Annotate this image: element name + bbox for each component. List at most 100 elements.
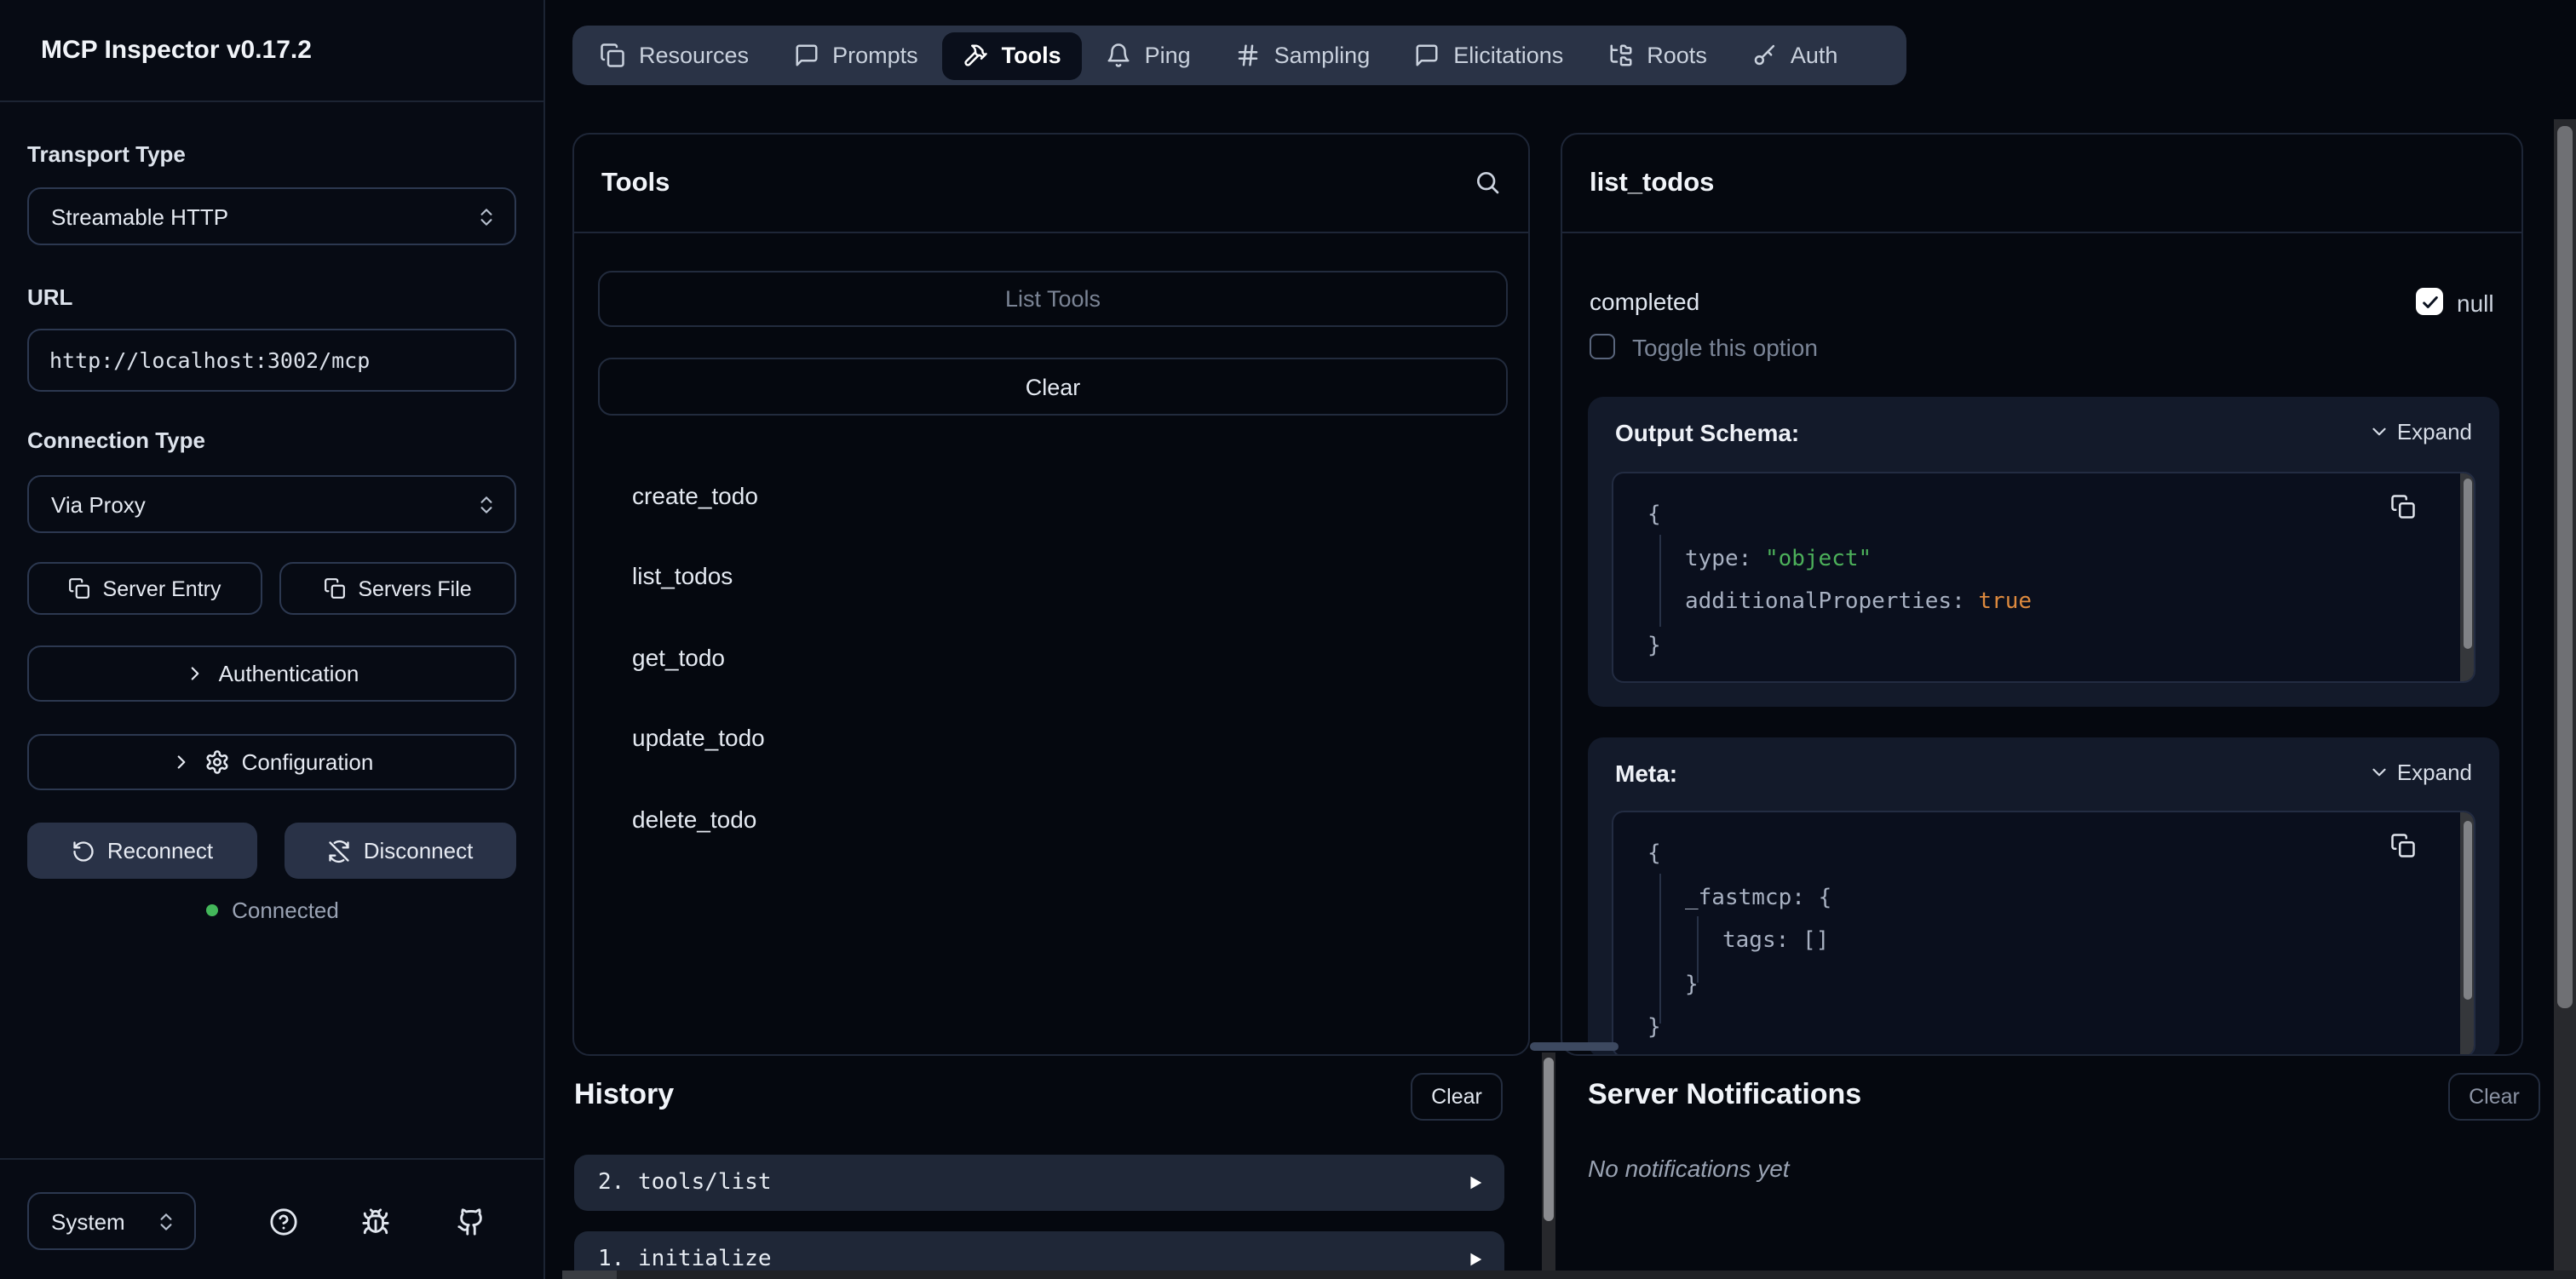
tools-panel: Tools List Tools Clear create_todolist_t… [572,133,1530,1056]
status-dot [206,904,218,916]
code-line: _fastmcp: { [1613,876,2457,920]
tools-panel-title: Tools [601,135,670,232]
copy-icon[interactable] [2390,833,2416,858]
authentication-expander[interactable]: Authentication [27,645,516,702]
reconnect-button[interactable]: Reconnect [27,823,257,879]
history-clear-button[interactable]: Clear [1411,1073,1503,1121]
app-title: MCP Inspector v0.17.2 [41,0,312,102]
tools-panel-header: Tools [574,135,1528,233]
page-scrollbar-thumb[interactable] [2557,126,2573,1008]
tab-elicitations[interactable]: Elicitations [1394,32,1584,79]
code-line: } [1613,963,2457,1007]
tool-item-list_todos[interactable]: list_todos [632,536,1494,617]
tab-label: Sampling [1274,43,1371,68]
code-line: } [1613,1007,2457,1050]
transport-type-select[interactable]: Streamable HTTP [27,187,516,245]
output-schema-expand-button[interactable]: Expand [2368,419,2472,444]
list-tools-button[interactable]: List Tools [598,271,1508,327]
tab-sampling[interactable]: Sampling [1215,32,1391,79]
tool-item-get_todo[interactable]: get_todo [632,617,1494,697]
code-line: { [1613,833,2457,876]
server-entry-button[interactable]: Server Entry [27,562,262,615]
github-icon[interactable] [457,1207,486,1236]
history-row[interactable]: 2. tools/list [574,1155,1504,1211]
meta-expand-button[interactable]: Expand [2368,760,2472,785]
tool-item-update_todo[interactable]: update_todo [632,697,1494,778]
copy-icon[interactable] [2390,494,2416,519]
sidebar-header: MCP Inspector v0.17.2 [0,0,545,102]
code-line: { [1613,494,2457,537]
clear-tools-label: Clear [1026,374,1081,399]
servers-file-label: Servers File [358,576,471,600]
tool-item-delete_todo[interactable]: delete_todo [632,778,1494,859]
tab-auth[interactable]: Auth [1731,32,1859,79]
code-scrollbar-thumb[interactable] [2463,479,2471,649]
connection-type-value: Via Proxy [51,491,475,517]
toggle-option-checkbox[interactable] [1590,334,1615,359]
connection-type-select[interactable]: Via Proxy [27,475,516,533]
tool-item-create_todo[interactable]: create_todo [632,455,1494,536]
history-title: History [574,1078,674,1112]
configuration-label: Configuration [242,749,374,775]
notifications-empty-text: No notifications yet [1588,1155,1790,1182]
expand-label: Expand [2397,419,2472,444]
tab-ping[interactable]: Ping [1085,32,1211,79]
hash-icon [1235,43,1261,68]
tab-prompts[interactable]: Prompts [773,32,939,79]
servers-file-button[interactable]: Servers File [279,562,516,615]
disconnect-button[interactable]: Disconnect [285,823,516,879]
code-lines: {_fastmcp: {tags: []}} [1613,833,2457,1050]
clear-tools-button[interactable]: Clear [598,358,1508,416]
history-clear-label: Clear [1431,1085,1482,1109]
tool-detail-header: list_todos [1562,135,2521,233]
rotate-ccw-icon [72,839,95,863]
tool-list: create_todolist_todosget_todoupdate_todo… [632,455,1494,859]
play-icon [1465,1250,1484,1269]
code-lines: {type: "object"additionalProperties: tru… [1613,494,2457,668]
connection-status: Connected [0,898,545,923]
code-scrollbar-thumb[interactable] [2463,821,2471,1000]
tool-detail-title: list_todos [1590,135,1714,232]
meta-code: {_fastmcp: {tags: []}} [1612,811,2475,1056]
horizontal-scrollbar-thumb[interactable] [562,1270,617,1279]
url-input[interactable] [27,329,516,392]
theme-select[interactable]: System [27,1192,196,1250]
bug-icon[interactable] [361,1207,390,1236]
transport-type-label: Transport Type [27,141,186,167]
app-window: MCP Inspector v0.17.2 Transport Type Str… [0,0,2576,1279]
notifications-clear-button[interactable]: Clear [2448,1073,2540,1121]
tab-label: Roots [1647,43,1707,68]
code-line: additionalProperties: true [1613,581,2457,624]
configuration-expander[interactable]: Configuration [27,734,516,790]
tab-label: Prompts [832,43,918,68]
chevron-right-icon [185,662,207,685]
connection-type-label: Connection Type [27,427,205,453]
meta-title: Meta: [1615,760,1677,787]
help-icon[interactable] [269,1207,298,1236]
theme-value: System [51,1208,155,1234]
output-schema-title: Output Schema: [1615,419,1799,446]
pane-resize-handle[interactable] [1530,1042,1619,1051]
gear-icon [204,749,230,775]
history-scrollbar-thumb[interactable] [1544,1058,1554,1221]
history-row-label: 2. tools/list [598,1170,1465,1196]
message-square-icon [1414,43,1440,68]
tab-label: Tools [1002,43,1061,68]
null-checkbox[interactable] [2416,288,2443,315]
code-line: type: "object" [1613,537,2457,581]
history-row-label: 1. initialize [598,1247,1465,1272]
tab-tools[interactable]: Tools [942,32,1082,79]
disconnect-label: Disconnect [364,838,474,863]
tab-roots[interactable]: Roots [1587,32,1728,79]
notifications-clear-label: Clear [2469,1085,2520,1109]
code-line: } [1613,624,2457,668]
key-icon [1751,43,1777,68]
tab-label: Elicitations [1453,43,1563,68]
sidebar: MCP Inspector v0.17.2 Transport Type Str… [0,0,545,1279]
chevron-down-icon [2368,421,2390,443]
search-icon[interactable] [1474,169,1501,196]
horizontal-scrollbar-track [562,1270,2576,1279]
tab-resources[interactable]: Resources [579,32,769,79]
param-name: completed [1590,288,1699,315]
code-line: tags: [] [1613,920,2457,963]
